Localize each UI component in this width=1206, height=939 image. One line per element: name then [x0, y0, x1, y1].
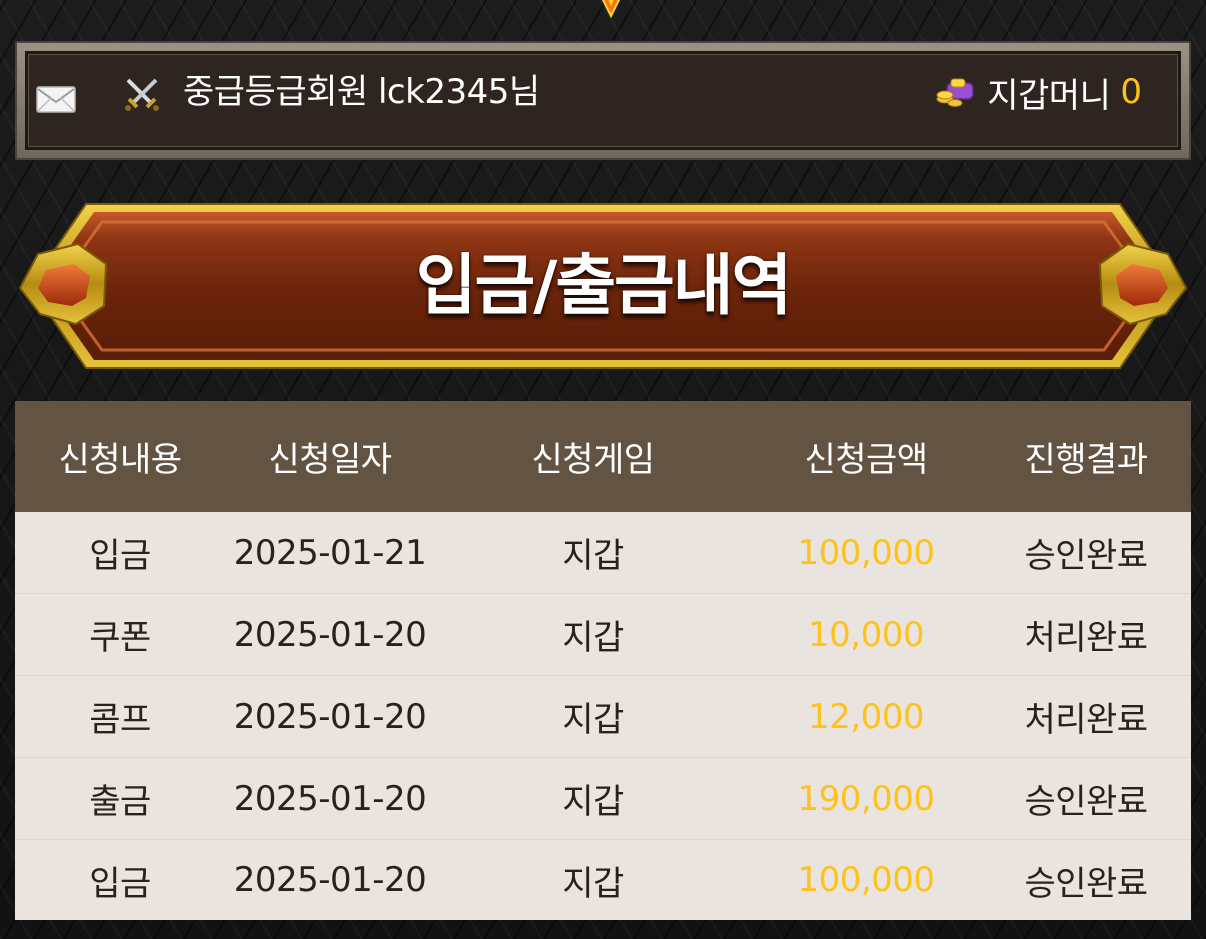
- history-table: 신청내용 신청일자 신청게임 신청금액 진행결과 입금 2025-01-21 지…: [15, 401, 1191, 920]
- member-greeting: 중급등급회원 lck2345님: [183, 72, 540, 112]
- column-header-date: 신청일자: [268, 440, 392, 480]
- row-type: 입금: [89, 536, 151, 576]
- row-status: 승인완료: [1024, 782, 1148, 822]
- wallet-label: 지갑머니: [987, 75, 1111, 116]
- row-status: 승인완료: [1024, 863, 1148, 904]
- table-row: 입금 2025-01-20 지갑 100,000 승인완료: [15, 840, 1191, 920]
- row-amount: 12,000: [808, 696, 924, 737]
- wallet-amount: 0: [1120, 72, 1142, 112]
- table-row: 입금 2025-01-21 지갑 100,000 승인완료: [15, 512, 1191, 594]
- page-title: 입금/출금내역: [415, 247, 792, 324]
- column-header-game: 신청게임: [531, 440, 655, 480]
- mail-icon[interactable]: [36, 84, 76, 114]
- row-status: 승인완료: [1024, 536, 1148, 576]
- table-row: 콤프 2025-01-20 지갑 12,000 처리완료: [15, 676, 1191, 758]
- table-header: 신청내용 신청일자 신청게임 신청금액 진행결과: [15, 401, 1191, 512]
- user-info-panel: 중급등급회원 lck2345님 지갑머니 0: [25, 51, 1181, 150]
- user-info-bar: 중급등급회원 lck2345님 지갑머니 0: [15, 41, 1191, 160]
- wallet-balance: 지갑머니 0: [935, 69, 1142, 116]
- row-game: 지갑: [562, 782, 624, 822]
- row-game: 지갑: [562, 863, 624, 904]
- title-banner: 입금/출금내역: [16, 202, 1190, 370]
- row-amount: 100,000: [797, 532, 935, 573]
- row-status: 처리완료: [1024, 700, 1148, 740]
- row-amount: 190,000: [797, 778, 935, 819]
- row-type: 입금: [89, 863, 151, 904]
- row-status: 처리완료: [1024, 618, 1148, 658]
- row-game: 지갑: [562, 536, 624, 576]
- row-type: 쿠폰: [89, 618, 151, 658]
- column-header-type: 신청내용: [58, 440, 182, 480]
- column-header-amount: 신청금액: [804, 440, 928, 480]
- gem-icon: [598, 0, 624, 19]
- column-header-status: 진행결과: [1024, 440, 1148, 480]
- row-type: 출금: [89, 782, 151, 822]
- row-type: 콤프: [89, 700, 151, 740]
- wallet-icon: [935, 75, 977, 109]
- row-date: 2025-01-20: [233, 778, 427, 819]
- row-game: 지갑: [562, 700, 624, 740]
- row-game: 지갑: [562, 618, 624, 658]
- row-date: 2025-01-21: [233, 532, 427, 573]
- row-date: 2025-01-20: [233, 614, 427, 655]
- table-row: 출금 2025-01-20 지갑 190,000 승인완료: [15, 758, 1191, 840]
- row-date: 2025-01-20: [233, 696, 427, 737]
- row-amount: 100,000: [797, 860, 935, 900]
- table-row: 쿠폰 2025-01-20 지갑 10,000 처리완료: [15, 594, 1191, 676]
- row-amount: 10,000: [808, 614, 924, 655]
- row-date: 2025-01-20: [233, 860, 427, 900]
- crossed-swords-icon: [122, 74, 162, 114]
